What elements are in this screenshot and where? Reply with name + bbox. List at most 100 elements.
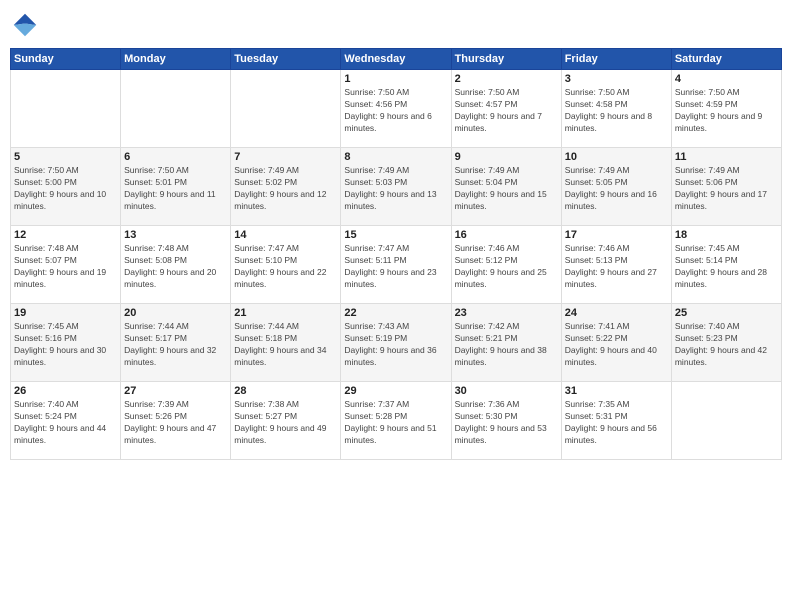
calendar: SundayMondayTuesdayWednesdayThursdayFrid… — [10, 48, 782, 460]
calendar-cell: 13 Sunrise: 7:48 AM Sunset: 5:08 PM Dayli… — [121, 226, 231, 304]
day-info: Sunrise: 7:44 AM Sunset: 5:17 PM Dayligh… — [124, 321, 227, 369]
calendar-cell: 2 Sunrise: 7:50 AM Sunset: 4:57 PM Daylig… — [451, 70, 561, 148]
calendar-cell: 4 Sunrise: 7:50 AM Sunset: 4:59 PM Daylig… — [671, 70, 781, 148]
logo-icon — [10, 10, 40, 40]
weekday-header-tuesday: Tuesday — [231, 49, 341, 70]
calendar-cell: 5 Sunrise: 7:50 AM Sunset: 5:00 PM Daylig… — [11, 148, 121, 226]
day-info: Sunrise: 7:44 AM Sunset: 5:18 PM Dayligh… — [234, 321, 337, 369]
weekday-header-friday: Friday — [561, 49, 671, 70]
day-number: 8 — [344, 151, 447, 163]
day-info: Sunrise: 7:46 AM Sunset: 5:12 PM Dayligh… — [455, 243, 558, 291]
calendar-cell: 21Sunrise: 7:44 AM Sunset: 5:18 PM Dayli… — [231, 304, 341, 382]
calendar-cell: 27Sunrise: 7:39 AM Sunset: 5:26 PM Dayli… — [121, 382, 231, 460]
day-number: 13 — [124, 229, 227, 241]
day-number: 27 — [124, 385, 227, 397]
day-number: 24 — [565, 307, 668, 319]
calendar-cell: 6 Sunrise: 7:50 AM Sunset: 5:01 PM Daylig… — [121, 148, 231, 226]
weekday-header-monday: Monday — [121, 49, 231, 70]
day-number: 5 — [14, 151, 117, 163]
calendar-cell — [121, 70, 231, 148]
day-info: Sunrise: 7:50 AM Sunset: 5:00 PM Dayligh… — [14, 165, 117, 213]
calendar-week-3: 12 Sunrise: 7:48 AM Sunset: 5:07 PM Dayli… — [11, 226, 782, 304]
calendar-cell: 3 Sunrise: 7:50 AM Sunset: 4:58 PM Daylig… — [561, 70, 671, 148]
day-info: Sunrise: 7:50 AM Sunset: 5:01 PM Dayligh… — [124, 165, 227, 213]
calendar-cell: 22 Sunrise: 7:43 AM Sunset: 5:19 PM Dayli… — [341, 304, 451, 382]
calendar-cell: 10Sunrise: 7:49 AM Sunset: 5:05 PM Dayli… — [561, 148, 671, 226]
calendar-cell: 23 Sunrise: 7:42 AM Sunset: 5:21 PM Dayli… — [451, 304, 561, 382]
day-info: Sunrise: 7:50 AM Sunset: 4:57 PM Dayligh… — [455, 87, 558, 135]
calendar-cell: 12 Sunrise: 7:48 AM Sunset: 5:07 PM Dayli… — [11, 226, 121, 304]
day-info: Sunrise: 7:36 AM Sunset: 5:30 PM Dayligh… — [455, 399, 558, 447]
day-info: Sunrise: 7:48 AM Sunset: 5:07 PM Dayligh… — [14, 243, 117, 291]
day-info: Sunrise: 7:47 AM Sunset: 5:11 PM Dayligh… — [344, 243, 447, 291]
day-info: Sunrise: 7:42 AM Sunset: 5:21 PM Dayligh… — [455, 321, 558, 369]
day-number: 1 — [344, 73, 447, 85]
calendar-cell: 14 Sunrise: 7:47 AM Sunset: 5:10 PM Dayli… — [231, 226, 341, 304]
day-info: Sunrise: 7:45 AM Sunset: 5:16 PM Dayligh… — [14, 321, 117, 369]
weekday-header-saturday: Saturday — [671, 49, 781, 70]
day-number: 7 — [234, 151, 337, 163]
calendar-cell: 29 Sunrise: 7:37 AM Sunset: 5:28 PM Dayli… — [341, 382, 451, 460]
day-number: 20 — [124, 307, 227, 319]
day-info: Sunrise: 7:48 AM Sunset: 5:08 PM Dayligh… — [124, 243, 227, 291]
day-number: 14 — [234, 229, 337, 241]
day-number: 10 — [565, 151, 668, 163]
day-info: Sunrise: 7:43 AM Sunset: 5:19 PM Dayligh… — [344, 321, 447, 369]
day-number: 28 — [234, 385, 337, 397]
day-number: 18 — [675, 229, 778, 241]
day-number: 23 — [455, 307, 558, 319]
day-number: 31 — [565, 385, 668, 397]
day-number: 15 — [344, 229, 447, 241]
calendar-cell: 15 Sunrise: 7:47 AM Sunset: 5:11 PM Dayli… — [341, 226, 451, 304]
day-info: Sunrise: 7:49 AM Sunset: 5:02 PM Dayligh… — [234, 165, 337, 213]
day-number: 3 — [565, 73, 668, 85]
calendar-cell: 9Sunrise: 7:49 AM Sunset: 5:04 PM Daylig… — [451, 148, 561, 226]
day-info: Sunrise: 7:35 AM Sunset: 5:31 PM Dayligh… — [565, 399, 668, 447]
calendar-cell: 1 Sunrise: 7:50 AM Sunset: 4:56 PM Daylig… — [341, 70, 451, 148]
header — [10, 10, 782, 40]
day-number: 6 — [124, 151, 227, 163]
calendar-cell: 26Sunrise: 7:40 AM Sunset: 5:24 PM Dayli… — [11, 382, 121, 460]
calendar-cell: 17Sunrise: 7:46 AM Sunset: 5:13 PM Dayli… — [561, 226, 671, 304]
calendar-cell — [11, 70, 121, 148]
logo — [10, 10, 44, 40]
weekday-header-sunday: Sunday — [11, 49, 121, 70]
day-info: Sunrise: 7:45 AM Sunset: 5:14 PM Dayligh… — [675, 243, 778, 291]
calendar-cell: 16 Sunrise: 7:46 AM Sunset: 5:12 PM Dayli… — [451, 226, 561, 304]
day-number: 16 — [455, 229, 558, 241]
weekday-header-wednesday: Wednesday — [341, 49, 451, 70]
day-number: 19 — [14, 307, 117, 319]
calendar-cell: 18 Sunrise: 7:45 AM Sunset: 5:14 PM Dayli… — [671, 226, 781, 304]
calendar-week-5: 26Sunrise: 7:40 AM Sunset: 5:24 PM Dayli… — [11, 382, 782, 460]
day-info: Sunrise: 7:50 AM Sunset: 4:58 PM Dayligh… — [565, 87, 668, 135]
day-number: 11 — [675, 151, 778, 163]
calendar-week-2: 5 Sunrise: 7:50 AM Sunset: 5:00 PM Daylig… — [11, 148, 782, 226]
day-info: Sunrise: 7:38 AM Sunset: 5:27 PM Dayligh… — [234, 399, 337, 447]
calendar-cell: 24Sunrise: 7:41 AM Sunset: 5:22 PM Dayli… — [561, 304, 671, 382]
calendar-cell: 8 Sunrise: 7:49 AM Sunset: 5:03 PM Daylig… — [341, 148, 451, 226]
calendar-week-4: 19 Sunrise: 7:45 AM Sunset: 5:16 PM Dayli… — [11, 304, 782, 382]
day-number: 30 — [455, 385, 558, 397]
day-info: Sunrise: 7:40 AM Sunset: 5:23 PM Dayligh… — [675, 321, 778, 369]
day-info: Sunrise: 7:50 AM Sunset: 4:56 PM Dayligh… — [344, 87, 447, 135]
day-info: Sunrise: 7:37 AM Sunset: 5:28 PM Dayligh… — [344, 399, 447, 447]
calendar-cell: 19 Sunrise: 7:45 AM Sunset: 5:16 PM Dayli… — [11, 304, 121, 382]
day-number: 4 — [675, 73, 778, 85]
day-number: 26 — [14, 385, 117, 397]
day-info: Sunrise: 7:50 AM Sunset: 4:59 PM Dayligh… — [675, 87, 778, 135]
page: SundayMondayTuesdayWednesdayThursdayFrid… — [0, 0, 792, 612]
weekday-header-thursday: Thursday — [451, 49, 561, 70]
day-info: Sunrise: 7:49 AM Sunset: 5:03 PM Dayligh… — [344, 165, 447, 213]
day-number: 2 — [455, 73, 558, 85]
day-number: 12 — [14, 229, 117, 241]
calendar-cell — [231, 70, 341, 148]
day-info: Sunrise: 7:46 AM Sunset: 5:13 PM Dayligh… — [565, 243, 668, 291]
day-number: 22 — [344, 307, 447, 319]
day-number: 9 — [455, 151, 558, 163]
day-info: Sunrise: 7:47 AM Sunset: 5:10 PM Dayligh… — [234, 243, 337, 291]
day-info: Sunrise: 7:49 AM Sunset: 5:06 PM Dayligh… — [675, 165, 778, 213]
day-number: 29 — [344, 385, 447, 397]
calendar-cell: 7 Sunrise: 7:49 AM Sunset: 5:02 PM Daylig… — [231, 148, 341, 226]
calendar-cell: 20 Sunrise: 7:44 AM Sunset: 5:17 PM Dayli… — [121, 304, 231, 382]
calendar-cell — [671, 382, 781, 460]
